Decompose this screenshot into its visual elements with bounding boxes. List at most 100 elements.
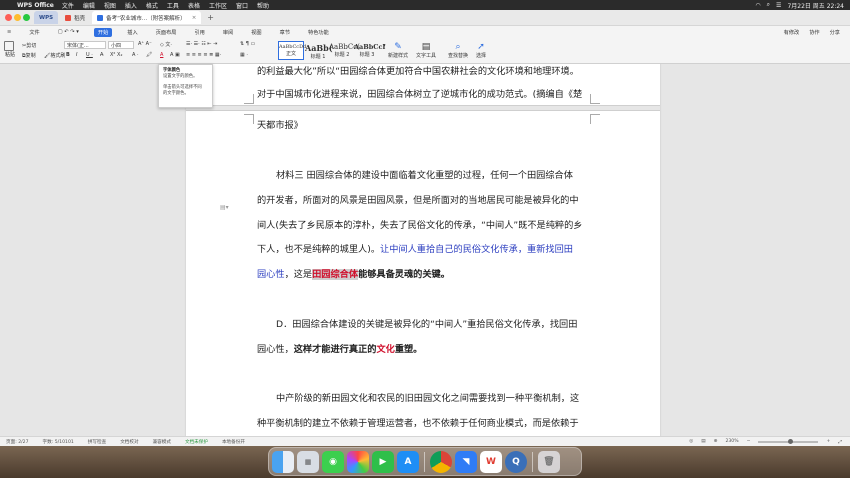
share-button[interactable]: 分享 (830, 29, 840, 36)
read-mode-icon[interactable]: ◎ (689, 439, 693, 444)
app-store-icon[interactable]: A (397, 450, 419, 473)
comment-icon[interactable]: ▤▾ (220, 204, 229, 211)
zoom-knob[interactable] (788, 438, 794, 444)
new-tab-icon[interactable]: + (207, 13, 214, 22)
menu-tools[interactable]: 工具 (167, 1, 179, 10)
styles-expand-icon[interactable]: ▾ (383, 43, 386, 49)
bullet-list-icon[interactable]: ☰· ☰· ☷ ⇤ ⇥ (186, 41, 217, 47)
text-effect-icon[interactable]: A · (132, 52, 139, 58)
highlight-icon[interactable]: 🖍 (146, 52, 152, 58)
sort-icon[interactable]: ⇅ ¶ ▭ (240, 41, 255, 47)
menu-help[interactable]: 帮助 (257, 1, 269, 10)
launchpad-icon[interactable]: ▦ (297, 450, 319, 473)
wifi-icon[interactable]: ◠ (755, 2, 760, 9)
italic-icon[interactable]: I (76, 52, 77, 58)
select-button[interactable]: ➚ 选择 (476, 42, 486, 59)
margin-corner (244, 94, 254, 104)
tab-references[interactable]: 引用 (191, 29, 207, 36)
align-icons[interactable]: ≡ ≡ ≡ ≡ ≣ ▦· (186, 52, 221, 58)
close-window-icon[interactable] (5, 14, 12, 21)
text-line: 的利益最大化”所以“田园综合体更加符合中国农耕社会的文化环境和地理环境。 (257, 66, 579, 77)
tab-review[interactable]: 审阅 (220, 29, 236, 36)
collaborate-button[interactable]: 协作 (809, 29, 819, 36)
menu-hamburger-icon[interactable]: ≡ (4, 29, 14, 35)
grow-font-icon[interactable]: A⁺ A⁻ (138, 41, 152, 47)
modified-button[interactable]: 有修改 (784, 29, 800, 36)
zoom-window-icon[interactable] (23, 14, 30, 21)
photos-icon[interactable] (347, 450, 369, 473)
trash-icon[interactable]: 🗑 (538, 450, 560, 473)
ribbon-file[interactable]: 文件 (26, 29, 42, 36)
menu-workspace[interactable]: 工作区 (209, 1, 227, 10)
zoom-level[interactable]: 230% (725, 439, 738, 444)
messages-icon[interactable]: ◉ (322, 450, 344, 473)
menu-insert[interactable]: 插入 (125, 1, 137, 10)
tab-view[interactable]: 视图 (248, 29, 264, 36)
find-replace-button[interactable]: ⌕ 查找替换 (448, 42, 468, 59)
protect-status[interactable]: 文档未保护 (185, 439, 208, 445)
page-view-icon[interactable]: ▤ (701, 439, 705, 444)
doc-check[interactable]: 文档校对 (120, 439, 138, 445)
tab-insert[interactable]: 插入 (124, 29, 140, 36)
style-heading3[interactable]: AaBbCcI 标题 3 (354, 41, 385, 60)
new-style-button[interactable]: ✎ 新建样式 (388, 42, 408, 59)
clear-format-icon[interactable]: ◇ 文· (160, 41, 172, 48)
app-menu[interactable]: WPS Office (17, 2, 54, 9)
strikethrough-icon[interactable]: A̶ (100, 52, 103, 58)
close-tab-icon[interactable]: × (186, 15, 197, 21)
menu-format[interactable]: 格式 (146, 1, 158, 10)
menu-table[interactable]: 表格 (188, 1, 200, 10)
font-color-tooltip: 字体颜色 设置文字的颜色。 单击箭头可选择不同 的文字颜色。 (158, 64, 213, 108)
style-heading1[interactable]: AaBb( 标题 1 (305, 41, 333, 60)
tab-home[interactable]: 稻壳 (60, 11, 90, 24)
tab-document[interactable]: 备考“农业城市...（附答案解析） × (92, 11, 202, 24)
font-name-select[interactable]: 宋体(正... (64, 41, 106, 49)
tab-chapter[interactable]: 章节 (277, 29, 293, 36)
fit-icon[interactable]: ⤢ (838, 439, 842, 445)
zoom-slider[interactable] (758, 438, 819, 444)
paste-button[interactable]: 粘贴 (4, 41, 16, 58)
menu-window[interactable]: 窗口 (236, 1, 248, 10)
search-icon[interactable]: ⌕ (767, 1, 770, 9)
web-view-icon[interactable]: ⊕ (714, 439, 718, 444)
facetime-icon[interactable]: ▶ (372, 450, 394, 473)
text-tools-button[interactable]: ▤ 文字工具 (416, 42, 436, 59)
bold-icon[interactable]: B (66, 52, 70, 58)
local-backup[interactable]: 本地备份开 (222, 439, 245, 445)
minimize-window-icon[interactable] (14, 14, 21, 21)
datetime[interactable]: 7月22日 周五 22:24 (787, 1, 844, 10)
chrome-icon[interactable] (430, 450, 452, 473)
menu-file[interactable]: 文件 (62, 1, 74, 10)
menu-view[interactable]: 视图 (104, 1, 116, 10)
wps-icon[interactable]: W (480, 450, 502, 473)
font-color-icon[interactable]: A (160, 52, 163, 58)
tooltip-line: 的文字颜色。 (163, 91, 189, 97)
tab-wps[interactable]: WPS (34, 11, 59, 24)
tab-features[interactable]: 特色功能 (305, 29, 332, 36)
copy-button[interactable]: ⧉ 复制 (22, 52, 36, 60)
style-heading2[interactable]: AaBbCc( 标题 2 (329, 41, 360, 60)
quicktime-icon[interactable]: Q (505, 450, 527, 473)
selected-text[interactable]: 田园综合体 (312, 269, 359, 280)
text-line: 间人(失去了乡民原本的淳朴，失去了民俗文化的传承，“中间人”既不是纯粹的乡 (257, 220, 583, 231)
underline-icon[interactable]: U · (86, 52, 93, 58)
font-size-select[interactable]: 小四 (108, 41, 134, 49)
border-icon[interactable]: ▦ · (240, 52, 248, 58)
tab-page-layout[interactable]: 页面布局 (153, 29, 180, 36)
menu-edit[interactable]: 编辑 (83, 1, 95, 10)
zoom-in-icon[interactable]: + (826, 439, 830, 444)
finder-icon[interactable] (272, 450, 294, 473)
spell-check[interactable]: 拼写检查 (88, 439, 106, 445)
cut-button[interactable]: ✂ 剪切 (22, 42, 36, 50)
control-center-icon[interactable]: ☰ (776, 2, 781, 9)
style-normal[interactable]: AaBbCcDd 正文 (278, 41, 306, 60)
char-border-icon[interactable]: A ▣ (170, 52, 180, 58)
feishu-icon[interactable]: ◥ (455, 450, 477, 473)
tab-start[interactable]: 开始 (93, 27, 113, 37)
ribbon-icons[interactable]: ▢ ↶ ↷ ▾ (55, 29, 82, 35)
superscript-icon[interactable]: X² X₂ (110, 52, 122, 58)
format-painter-button[interactable]: 🖌 格式刷 (44, 52, 65, 60)
zoom-out-icon[interactable]: − (747, 439, 751, 444)
page-indicator[interactable]: 页面: 2/27 (6, 439, 29, 445)
word-count[interactable]: 字数: 5/10101 (43, 439, 74, 445)
